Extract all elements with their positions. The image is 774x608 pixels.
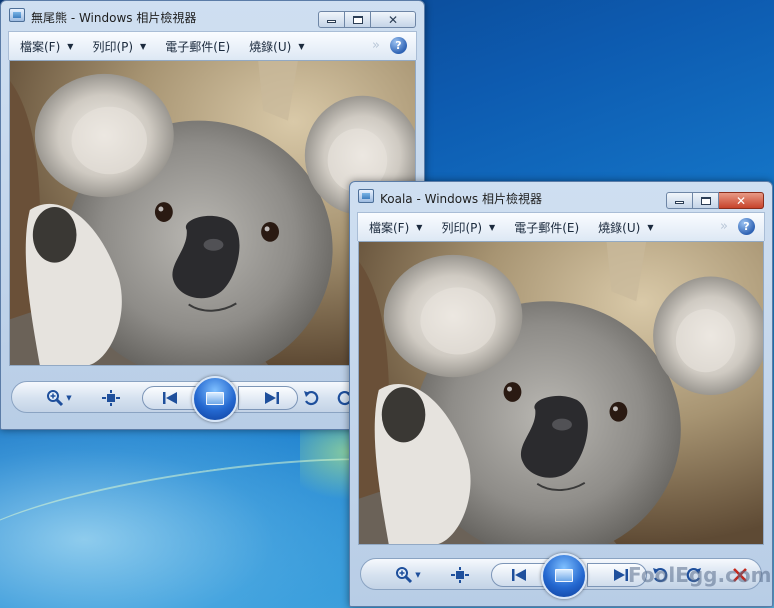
chevron-down-icon: ▼ (415, 571, 421, 579)
slideshow-button[interactable] (192, 376, 238, 422)
menu-email[interactable]: 電子郵件(E) (503, 213, 587, 241)
menu-file-label: 檔案(F) (369, 220, 410, 235)
menu-print[interactable]: 列印(P) ▼ (81, 32, 154, 60)
photo-viewer-window-2[interactable]: Koala - Windows 相片檢視器 ✕ 檔案(F) ▼ 列印(P) ▼ 電子… (349, 181, 773, 607)
menu-print-label: 列印(P) (441, 220, 483, 235)
rotate-left-icon (304, 390, 319, 406)
minimize-icon (327, 20, 336, 23)
rotate-left-button[interactable] (300, 387, 322, 409)
chevron-down-icon: ▼ (67, 41, 74, 51)
minimize-icon (675, 201, 684, 204)
maximize-button[interactable] (345, 11, 371, 28)
title-bar[interactable]: 無尾熊 - Windows 相片檢視器 ✕ (1, 1, 424, 29)
maximize-icon (700, 196, 711, 205)
menu-burn[interactable]: 燒錄(U) ▼ (238, 32, 312, 60)
photo-viewer-app-icon[interactable] (9, 8, 25, 22)
menu-email-label: 電子郵件(E) (165, 39, 231, 54)
close-button[interactable]: ✕ (719, 192, 764, 209)
menu-file-label: 檔案(F) (20, 39, 61, 54)
window-title: Koala - Windows 相片檢視器 (380, 192, 542, 206)
previous-icon (163, 392, 177, 404)
previous-icon (512, 569, 526, 581)
slideshow-icon (206, 392, 224, 405)
chevron-down-icon: ▼ (66, 394, 72, 402)
fit-to-window-button[interactable] (449, 564, 471, 586)
menu-print[interactable]: 列印(P) ▼ (430, 213, 503, 241)
koala-photo (359, 242, 763, 544)
menu-file[interactable]: 檔案(F) ▼ (358, 213, 430, 241)
chevron-down-icon: ▼ (298, 41, 305, 51)
close-button[interactable]: ✕ (371, 11, 416, 28)
menu-email-label: 電子郵件(E) (514, 220, 580, 235)
menu-bar: 檔案(F) ▼ 列印(P) ▼ 電子郵件(E) 燒錄(U) ▼ » ? (357, 212, 765, 241)
window-title: 無尾熊 - Windows 相片檢視器 (31, 11, 197, 25)
slideshow-button[interactable] (541, 553, 587, 599)
minimize-button[interactable] (318, 11, 345, 28)
photo-viewer-app-icon[interactable] (358, 189, 374, 203)
menu-burn-label: 燒錄(U) (249, 39, 292, 54)
next-icon (265, 392, 279, 404)
minimize-button[interactable] (666, 192, 693, 209)
fit-to-window-icon (451, 567, 469, 583)
caption-buttons: ✕ (318, 11, 416, 28)
fit-to-window-button[interactable] (100, 387, 122, 409)
menu-burn[interactable]: 燒錄(U) ▼ (587, 213, 661, 241)
title-bar[interactable]: Koala - Windows 相片檢視器 ✕ (350, 182, 772, 210)
menu-email[interactable]: 電子郵件(E) (154, 32, 238, 60)
caption-buttons: ✕ (666, 192, 764, 209)
more-commands-icon[interactable]: » (372, 38, 380, 53)
zoom-button[interactable]: ▼ (391, 564, 425, 586)
photo-display[interactable] (358, 241, 764, 545)
menu-bar: 檔案(F) ▼ 列印(P) ▼ 電子郵件(E) 燒錄(U) ▼ » ? (8, 31, 417, 60)
chevron-down-icon: ▼ (489, 222, 496, 232)
chevron-down-icon: ▼ (140, 41, 147, 51)
next-button[interactable] (238, 386, 298, 410)
menu-print-label: 列印(P) (92, 39, 134, 54)
maximize-icon (352, 15, 363, 24)
chevron-down-icon: ▼ (416, 222, 423, 232)
zoom-button[interactable]: ▼ (42, 387, 76, 409)
help-icon[interactable]: ? (738, 218, 755, 235)
fit-to-window-icon (102, 390, 120, 406)
chevron-down-icon: ▼ (647, 222, 654, 232)
close-icon: ✕ (735, 193, 747, 208)
maximize-button[interactable] (693, 192, 719, 209)
menu-file[interactable]: 檔案(F) ▼ (9, 32, 81, 60)
menu-burn-label: 燒錄(U) (598, 220, 641, 235)
zoom-icon (47, 390, 64, 407)
more-commands-icon[interactable]: » (720, 219, 728, 234)
close-icon: ✕ (387, 12, 399, 27)
slideshow-icon (555, 569, 573, 582)
next-icon (614, 569, 628, 581)
watermark: FoolEgg.com (628, 563, 772, 587)
zoom-icon (396, 567, 413, 584)
help-icon[interactable]: ? (390, 37, 407, 54)
